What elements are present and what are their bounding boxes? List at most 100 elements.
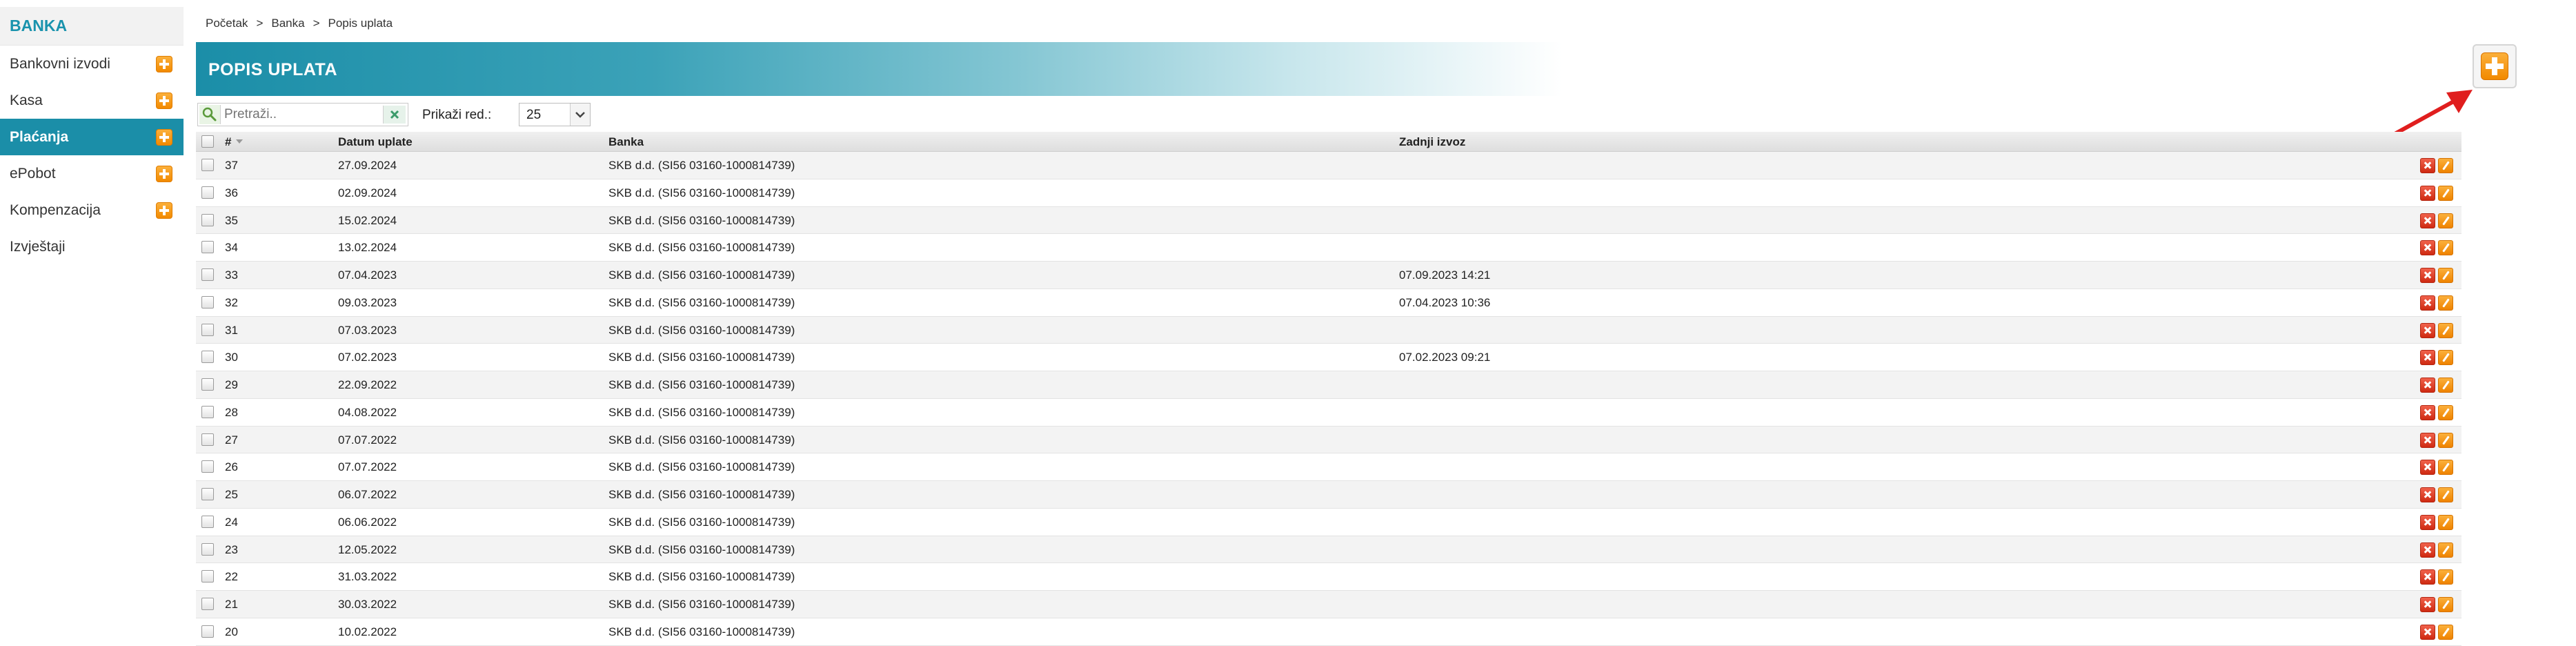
edit-icon[interactable] [2438,542,2453,558]
table-row[interactable]: 29 22.09.2022 SKB d.d. (SI56 03160-1000814… [196,371,2461,399]
delete-icon[interactable] [2420,213,2435,228]
add-kompenzacija-button[interactable] [156,202,172,219]
sidebar-item-kasa[interactable]: Kasa [0,82,184,119]
delete-icon[interactable] [2420,268,2435,283]
sidebar-item-bankovni-izvodi[interactable]: Bankovni izvodi [0,46,184,82]
breadcrumb-item-pocetak[interactable]: Početak [206,17,248,30]
sidebar-item-izvjestaji[interactable]: Izvještaji [0,228,184,265]
edit-icon[interactable] [2438,569,2453,585]
breadcrumb-item-banka[interactable]: Banka [271,17,304,30]
delete-icon[interactable] [2420,240,2435,256]
add-kasa-button[interactable] [156,92,172,109]
sidebar-item-epobot[interactable]: ePobot [0,155,184,192]
edit-icon[interactable] [2438,295,2453,311]
delete-icon[interactable] [2420,487,2435,502]
delete-icon[interactable] [2420,404,2435,420]
row-checkbox[interactable] [201,515,214,528]
row-checkbox[interactable] [201,323,214,336]
sidebar-item-kompenzacija[interactable]: Kompenzacija [0,192,184,228]
row-checkbox[interactable] [201,351,214,364]
table-row[interactable]: 21 30.03.2022 SKB d.d. (SI56 03160-1000814… [196,591,2461,618]
sidebar-item-placanja[interactable]: Plaćanja [0,119,184,155]
search-input[interactable] [221,105,379,124]
edit-icon[interactable] [2438,460,2453,476]
row-checkbox[interactable] [201,268,214,281]
row-checkbox[interactable] [201,295,214,309]
edit-icon[interactable] [2438,350,2453,366]
table-row[interactable]: 31 07.03.2023 SKB d.d. (SI56 03160-1000814… [196,316,2461,344]
edit-icon[interactable] [2438,624,2453,640]
edit-icon[interactable] [2438,597,2453,612]
delete-icon[interactable] [2420,185,2435,201]
cell-bank: SKB d.d. (SI56 03160-1000814739) [608,351,795,364]
table-row[interactable]: 33 07.04.2023 SKB d.d. (SI56 03160-1000814… [196,262,2461,289]
row-checkbox[interactable] [201,378,214,391]
row-checkbox[interactable] [201,488,214,500]
cell-date: 13.02.2024 [338,241,397,255]
column-header-last-export[interactable]: Zadnji izvoz [1399,135,1465,149]
edit-icon[interactable] [2438,514,2453,530]
table-row[interactable]: 26 07.07.2022 SKB d.d. (SI56 03160-1000814… [196,453,2461,481]
row-checkbox[interactable] [201,460,214,473]
table-row[interactable]: 37 27.09.2024 SKB d.d. (SI56 03160-1000814… [196,152,2461,179]
clear-icon[interactable] [383,106,406,124]
row-checkbox[interactable] [201,241,214,254]
delete-icon[interactable] [2420,460,2435,476]
table-row[interactable]: 24 06.06.2022 SKB d.d. (SI56 03160-1000814… [196,508,2461,536]
table-row[interactable]: 25 06.07.2022 SKB d.d. (SI56 03160-1000814… [196,481,2461,509]
edit-icon[interactable] [2438,185,2453,201]
edit-icon[interactable] [2438,158,2453,173]
table-row[interactable]: 32 09.03.2023 SKB d.d. (SI56 03160-1000814… [196,288,2461,317]
row-checkbox[interactable] [201,405,214,418]
search-box [197,103,408,126]
table-row[interactable]: 36 02.09.2024 SKB d.d. (SI56 03160-1000814… [196,179,2461,207]
delete-icon[interactable] [2420,322,2435,338]
table-row[interactable]: 28 04.08.2022 SKB d.d. (SI56 03160-1000814… [196,398,2461,427]
row-checkbox[interactable] [201,625,214,638]
edit-icon[interactable] [2438,213,2453,228]
row-checkbox[interactable] [201,213,214,226]
table-row[interactable]: 23 12.05.2022 SKB d.d. (SI56 03160-1000814… [196,536,2461,564]
edit-icon[interactable] [2438,268,2453,283]
table-row[interactable]: 20 10.02.2022 SKB d.d. (SI56 03160-1000814… [196,618,2461,646]
add-bankovni-izvod-button[interactable] [156,56,172,72]
edit-icon[interactable] [2438,404,2453,420]
add-placanje-button[interactable] [156,129,172,146]
plus-icon [163,206,166,215]
add-payment-button[interactable] [2473,44,2517,88]
row-checkbox[interactable] [201,186,214,199]
delete-icon[interactable] [2420,432,2435,448]
delete-icon[interactable] [2420,514,2435,530]
table-row[interactable]: 22 31.03.2022 SKB d.d. (SI56 03160-1000814… [196,563,2461,591]
table-row[interactable]: 27 07.07.2022 SKB d.d. (SI56 03160-1000814… [196,426,2461,454]
edit-icon[interactable] [2438,487,2453,502]
row-checkbox[interactable] [201,542,214,556]
row-checkbox[interactable] [201,159,214,171]
delete-icon[interactable] [2420,158,2435,173]
row-checkbox[interactable] [201,433,214,446]
row-checkbox[interactable] [201,598,214,610]
select-all-checkbox[interactable] [201,135,214,148]
edit-icon[interactable] [2438,322,2453,338]
column-header-date[interactable]: Datum uplate [338,135,413,149]
delete-icon[interactable] [2420,624,2435,640]
edit-icon[interactable] [2438,240,2453,256]
rows-per-page-select[interactable]: 25 [519,103,591,126]
column-header-bank[interactable]: Banka [608,135,644,149]
table-row[interactable]: 34 13.02.2024 SKB d.d. (SI56 03160-1000814… [196,234,2461,262]
table-row[interactable]: 35 15.02.2024 SKB d.d. (SI56 03160-1000814… [196,206,2461,235]
edit-icon[interactable] [2438,432,2453,448]
row-checkbox[interactable] [201,570,214,583]
delete-icon[interactable] [2420,350,2435,366]
delete-icon[interactable] [2420,569,2435,585]
column-header-num[interactable]: # [225,135,231,149]
cell-date: 27.09.2024 [338,159,397,172]
delete-icon[interactable] [2420,542,2435,558]
delete-icon[interactable] [2420,295,2435,311]
edit-icon[interactable] [2438,378,2453,393]
delete-icon[interactable] [2420,597,2435,612]
table-row[interactable]: 30 07.02.2023 SKB d.d. (SI56 03160-1000814… [196,344,2461,371]
add-epobot-button[interactable] [156,166,172,182]
plus-icon [2481,52,2508,80]
delete-icon[interactable] [2420,378,2435,393]
